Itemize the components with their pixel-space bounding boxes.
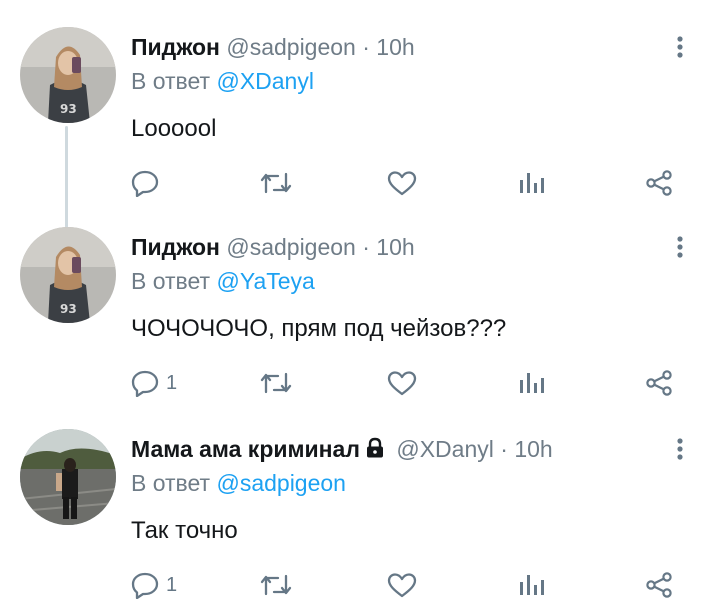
more-vertical-icon <box>677 235 683 263</box>
share-button[interactable] <box>644 567 674 603</box>
svg-text:93: 93 <box>60 302 77 316</box>
reply-button[interactable]: 1 <box>130 365 177 401</box>
separator-dot: · <box>362 34 370 60</box>
more-vertical-icon <box>677 437 683 465</box>
more-vertical-icon <box>677 35 683 63</box>
reply-prefix: В ответ <box>131 470 211 496</box>
reply-prefix: В ответ <box>131 268 211 294</box>
share-button[interactable] <box>644 365 674 401</box>
reply-to-link[interactable]: @YaTeya <box>216 268 314 294</box>
tweet-actions <box>0 165 720 201</box>
stats-icon <box>517 572 545 598</box>
separator-dot: · <box>362 234 370 260</box>
reply-button[interactable] <box>130 165 166 201</box>
retweet-icon <box>258 572 294 598</box>
avatar[interactable]: 93 <box>20 27 116 123</box>
tweet[interactable]: Мама ама криминал @XDanyl · 10h В ответ … <box>0 402 720 602</box>
retweet-button[interactable] <box>258 365 294 401</box>
lock-icon <box>364 436 386 466</box>
like-button[interactable] <box>386 567 418 603</box>
heart-icon <box>386 369 418 397</box>
reply-context: В ответ @YaTeya <box>131 266 315 296</box>
tweet-text: ЧОЧОЧОЧО, прям под чейзов??? <box>131 315 507 342</box>
share-icon <box>644 169 674 197</box>
display-name[interactable]: Пиджон <box>131 34 220 60</box>
retweet-icon <box>258 170 294 196</box>
retweet-button[interactable] <box>258 165 294 201</box>
like-button[interactable] <box>386 365 418 401</box>
heart-icon <box>386 169 418 197</box>
timestamp[interactable]: 10h <box>376 34 414 60</box>
stats-button[interactable] <box>517 165 545 201</box>
stats-button[interactable] <box>517 567 545 603</box>
like-button[interactable] <box>386 165 418 201</box>
stats-button[interactable] <box>517 365 545 401</box>
more-options-button[interactable] <box>668 234 692 264</box>
svg-text:93: 93 <box>60 102 77 116</box>
reply-count: 1 <box>166 573 178 596</box>
reply-count: 1 <box>166 371 178 394</box>
share-icon <box>644 571 674 599</box>
heart-icon <box>386 571 418 599</box>
share-icon <box>644 369 674 397</box>
reply-context: В ответ @sadpigeon <box>131 468 346 498</box>
tweet-header: Мама ама криминал @XDanyl · 10h <box>131 434 553 466</box>
user-handle[interactable]: @XDanyl <box>396 436 494 462</box>
tweet[interactable]: 93 Пиджон @sadpigeon · 10h В ответ @YaTe… <box>0 200 720 400</box>
avatar[interactable]: 93 <box>20 227 116 323</box>
more-options-button[interactable] <box>668 34 692 64</box>
separator-dot: · <box>500 436 508 462</box>
more-options-button[interactable] <box>668 436 692 466</box>
reply-icon <box>130 571 160 599</box>
timestamp[interactable]: 10h <box>514 436 552 462</box>
user-handle[interactable]: @sadpigeon <box>226 34 356 60</box>
reply-icon <box>130 369 160 397</box>
tweet-header: Пиджон @sadpigeon · 10h <box>131 232 415 262</box>
display-name[interactable]: Мама ама криминал <box>131 436 360 462</box>
tweet-text: Так точно <box>131 517 238 544</box>
share-button[interactable] <box>644 165 674 201</box>
reply-prefix: В ответ <box>131 68 211 94</box>
retweet-icon <box>258 370 294 396</box>
avatar[interactable] <box>20 429 116 525</box>
display-name[interactable]: Пиджон <box>131 234 220 260</box>
tweet-header: Пиджон @sadpigeon · 10h <box>131 32 415 62</box>
reply-to-link[interactable]: @XDanyl <box>216 68 314 94</box>
stats-icon <box>517 370 545 396</box>
tweet[interactable]: 93 Пиджон @sadpigeon · 10h В ответ @XDan… <box>0 0 720 200</box>
reply-icon <box>130 169 160 197</box>
retweet-button[interactable] <box>258 567 294 603</box>
tweet-actions: 1 <box>0 365 720 401</box>
tweet-actions: 1 <box>0 567 720 603</box>
reply-context: В ответ @XDanyl <box>131 66 314 96</box>
reply-button[interactable]: 1 <box>130 567 177 603</box>
reply-to-link[interactable]: @sadpigeon <box>216 470 346 496</box>
timestamp[interactable]: 10h <box>376 234 414 260</box>
tweet-text: Loooool <box>131 115 217 142</box>
user-handle[interactable]: @sadpigeon <box>226 234 356 260</box>
stats-icon <box>517 170 545 196</box>
